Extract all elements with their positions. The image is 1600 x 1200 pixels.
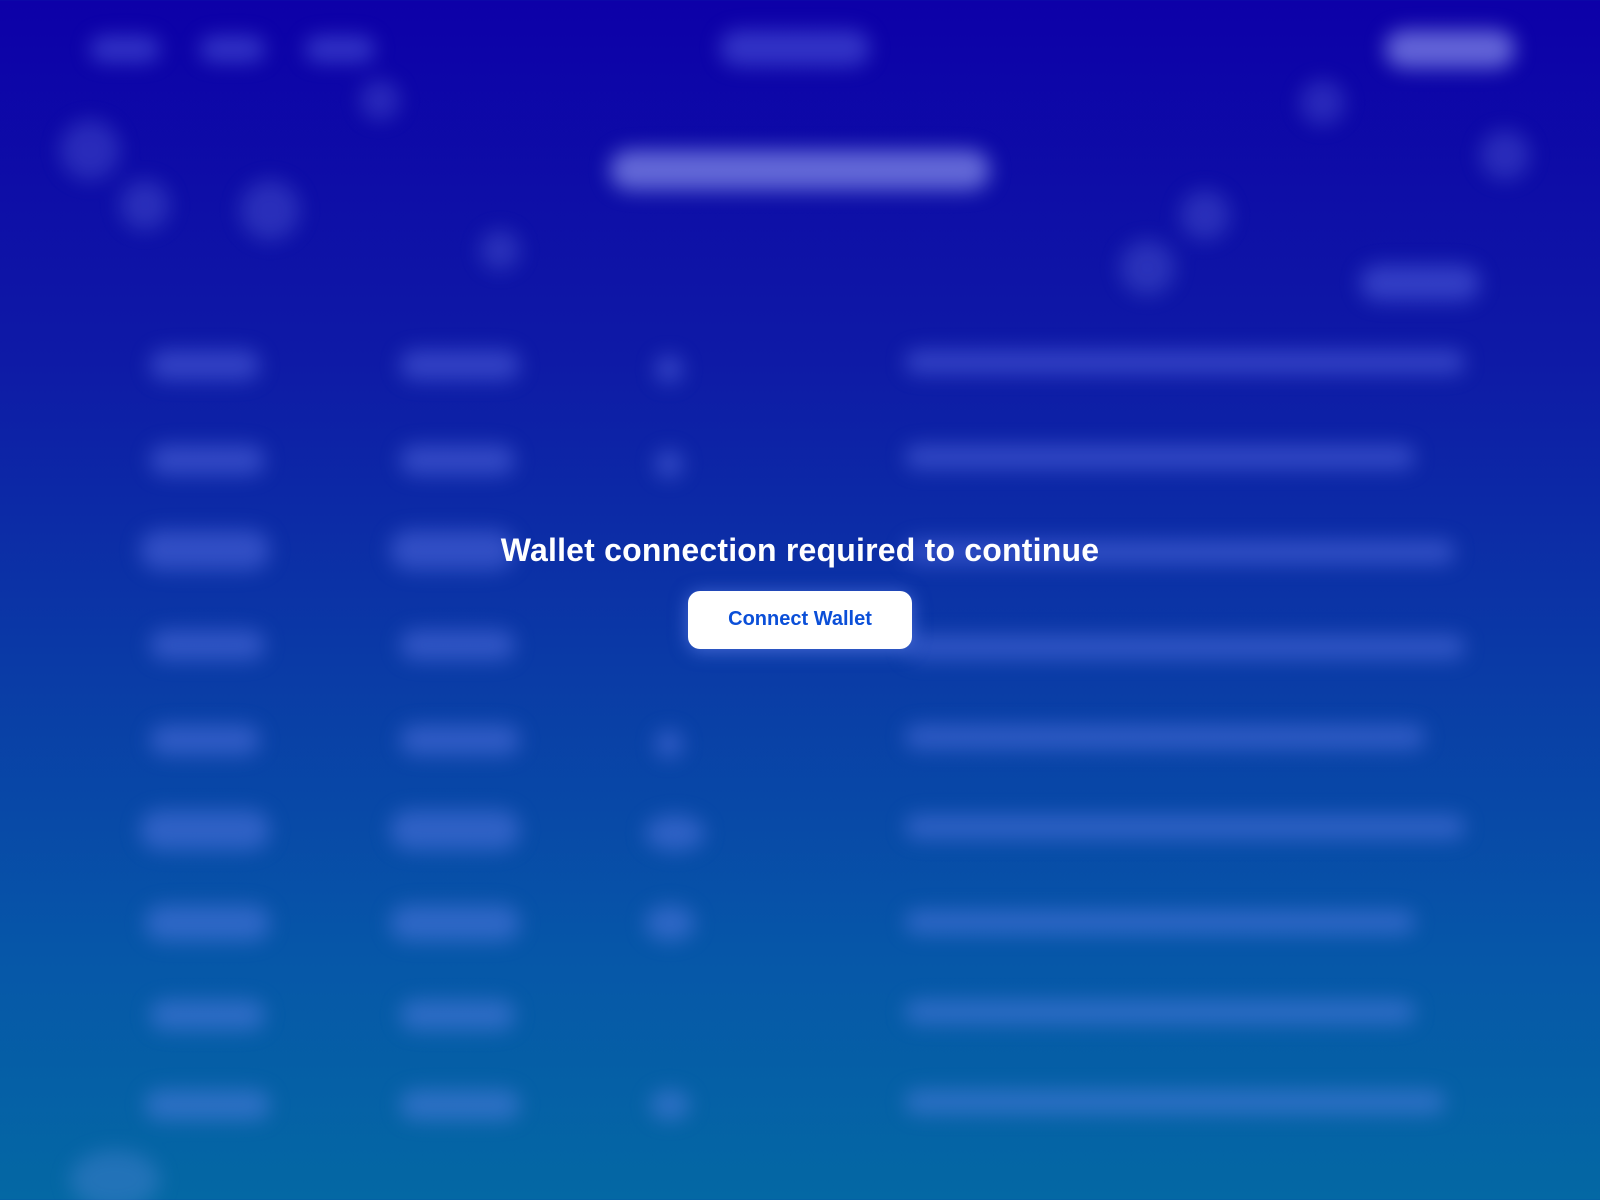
wallet-required-message: Wallet connection required to continue [500,531,1100,568]
connect-wallet-button[interactable]: Connect Wallet [688,590,912,649]
wallet-gate-overlay: Wallet connection required to continue C… [0,0,1600,1200]
